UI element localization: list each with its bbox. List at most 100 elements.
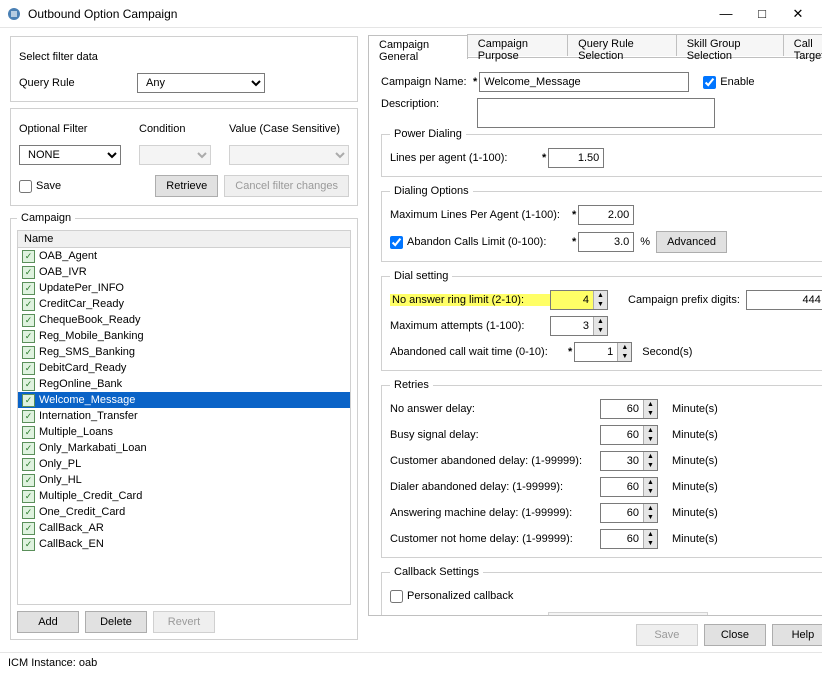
retry-label: Customer abandoned delay: (1-99999):: [390, 455, 600, 467]
list-item-label: UpdatePer_INFO: [39, 282, 124, 294]
query-rule-label: Query Rule: [19, 77, 137, 89]
no-answer-ring-label: No answer ring limit (2-10):: [390, 294, 550, 306]
minimize-button[interactable]: —: [708, 2, 744, 26]
list-item[interactable]: CreditCar_Ready: [18, 296, 350, 312]
delete-button[interactable]: Delete: [85, 611, 147, 633]
personal-callback-check[interactable]: Personalized callback: [390, 590, 513, 603]
list-item[interactable]: Welcome_Message: [18, 392, 350, 408]
required-marker: *: [473, 76, 477, 88]
maximize-button[interactable]: □: [744, 2, 780, 26]
list-item[interactable]: Reg_SMS_Banking: [18, 344, 350, 360]
list-item[interactable]: Reg_Mobile_Banking: [18, 328, 350, 344]
optional-filter-label: Optional Filter: [19, 123, 121, 135]
list-item-label: Multiple_Loans: [39, 426, 113, 438]
advanced-button[interactable]: Advanced: [656, 231, 727, 253]
retry-spinner[interactable]: ▲▼: [600, 503, 658, 523]
filter-box-1: x Select filter data Query Rule Any: [10, 36, 358, 102]
list-item-label: OAB_Agent: [39, 250, 97, 262]
abandon-wait-spinner[interactable]: ▲▼: [574, 342, 632, 362]
status-bar: ICM Instance: oab: [0, 652, 822, 672]
retry-row: Answering machine delay: (1-99999):▲▼Min…: [390, 503, 822, 523]
abandon-limit-checkbox[interactable]: [390, 236, 403, 249]
max-attempts-spinner[interactable]: ▲▼: [550, 316, 608, 336]
list-item-label: One_Credit_Card: [39, 506, 125, 518]
condition-label: Condition: [139, 123, 211, 135]
list-item[interactable]: CallBack_AR: [18, 520, 350, 536]
list-item[interactable]: ChequeBook_Ready: [18, 312, 350, 328]
retry-label: Dialer abandoned delay: (1-99999):: [390, 481, 600, 493]
lpa-input[interactable]: [548, 148, 604, 168]
retry-spinner[interactable]: ▲▼: [600, 529, 658, 549]
retry-spinner[interactable]: ▲▼: [600, 451, 658, 471]
retry-spinner[interactable]: ▲▼: [600, 399, 658, 419]
list-item[interactable]: Multiple_Credit_Card: [18, 488, 350, 504]
value-label: Value (Case Sensitive): [229, 123, 340, 135]
content-area: x Select filter data Query Rule Any x Op…: [0, 28, 822, 652]
tab-call-target[interactable]: Call Target: [783, 34, 822, 56]
filter-save-checkbox[interactable]: [19, 180, 32, 193]
help-button[interactable]: Help: [772, 624, 822, 646]
list-item[interactable]: OAB_IVR: [18, 264, 350, 280]
abandon-limit-check[interactable]: Abandon Calls Limit (0-100):: [390, 236, 570, 249]
personal-callback-checkbox[interactable]: [390, 590, 403, 603]
tab-skill-group-selection[interactable]: Skill Group Selection: [676, 34, 784, 56]
dialing-options-group: Dialing Options Maximum Lines Per Agent …: [381, 185, 822, 262]
check-icon: [22, 490, 35, 503]
list-item[interactable]: Only_HL: [18, 472, 350, 488]
check-icon: [22, 538, 35, 551]
list-item[interactable]: DebitCard_Ready: [18, 360, 350, 376]
query-rule-select[interactable]: Any: [137, 73, 265, 93]
check-icon: [22, 298, 35, 311]
list-item[interactable]: OAB_Agent: [18, 248, 350, 264]
lpa-label: Lines per agent (1-100):: [390, 152, 540, 164]
list-item-label: Only_PL: [39, 458, 81, 470]
spinner-down-icon: ▼: [594, 300, 607, 309]
list-item[interactable]: Internation_Transfer: [18, 408, 350, 424]
campaign-name-input[interactable]: [479, 72, 689, 92]
retry-row: Customer abandoned delay: (1-99999):▲▼Mi…: [390, 451, 822, 471]
retry-label: No answer delay:: [390, 403, 600, 415]
list-item[interactable]: CallBack_EN: [18, 536, 350, 552]
close-button[interactable]: ✕: [780, 2, 816, 26]
campaign-list-header[interactable]: Name: [17, 230, 351, 247]
revert-button: Revert: [153, 611, 215, 633]
check-icon: [22, 426, 35, 439]
tab-campaign-purpose[interactable]: Campaign Purpose: [467, 34, 568, 56]
list-item-label: Only_Markabati_Loan: [39, 442, 147, 454]
list-item[interactable]: UpdatePer_INFO: [18, 280, 350, 296]
abandon-limit-input[interactable]: [578, 232, 634, 252]
list-item[interactable]: RegOnline_Bank: [18, 376, 350, 392]
list-item-label: CreditCar_Ready: [39, 298, 124, 310]
enable-check[interactable]: Enable: [703, 76, 754, 89]
list-item-label: RegOnline_Bank: [39, 378, 122, 390]
enable-checkbox[interactable]: [703, 76, 716, 89]
optional-filter-select[interactable]: NONE: [19, 145, 121, 165]
status-text: ICM Instance: oab: [8, 657, 97, 669]
retrieve-button[interactable]: Retrieve: [155, 175, 218, 197]
list-item-label: Multiple_Credit_Card: [39, 490, 142, 502]
close-bottom-button[interactable]: Close: [704, 624, 766, 646]
campaign-legend: Campaign: [17, 212, 75, 224]
filter-save-check[interactable]: Save: [19, 180, 61, 193]
list-item[interactable]: Multiple_Loans: [18, 424, 350, 440]
retry-spinner[interactable]: ▲▼: [600, 425, 658, 445]
max-lines-input[interactable]: [578, 205, 634, 225]
window-controls: — □ ✕: [708, 2, 816, 26]
tab-campaign-general[interactable]: Campaign General: [368, 35, 468, 59]
list-item[interactable]: Only_PL: [18, 456, 350, 472]
campaign-group: Campaign Name OAB_Agent OAB_IVR UpdatePer_…: [10, 212, 358, 640]
check-icon: [22, 506, 35, 519]
list-item[interactable]: Only_Markabati_Loan: [18, 440, 350, 456]
filter-box-2: x Optional Filter Condition Value (Case …: [10, 108, 358, 206]
list-item[interactable]: One_Credit_Card: [18, 504, 350, 520]
value-select: [229, 145, 349, 165]
retry-spinner[interactable]: ▲▼: [600, 477, 658, 497]
description-input[interactable]: [477, 98, 715, 128]
check-icon: [22, 410, 35, 423]
campaign-list[interactable]: OAB_Agent OAB_IVR UpdatePer_INFO CreditCar_…: [17, 247, 351, 605]
tab-query-rule-selection[interactable]: Query Rule Selection: [567, 34, 677, 56]
select-filter-heading: Select filter data: [19, 51, 98, 63]
no-answer-ring-spinner[interactable]: ▲▼: [550, 290, 608, 310]
prefix-input[interactable]: [746, 290, 822, 310]
add-button[interactable]: Add: [17, 611, 79, 633]
